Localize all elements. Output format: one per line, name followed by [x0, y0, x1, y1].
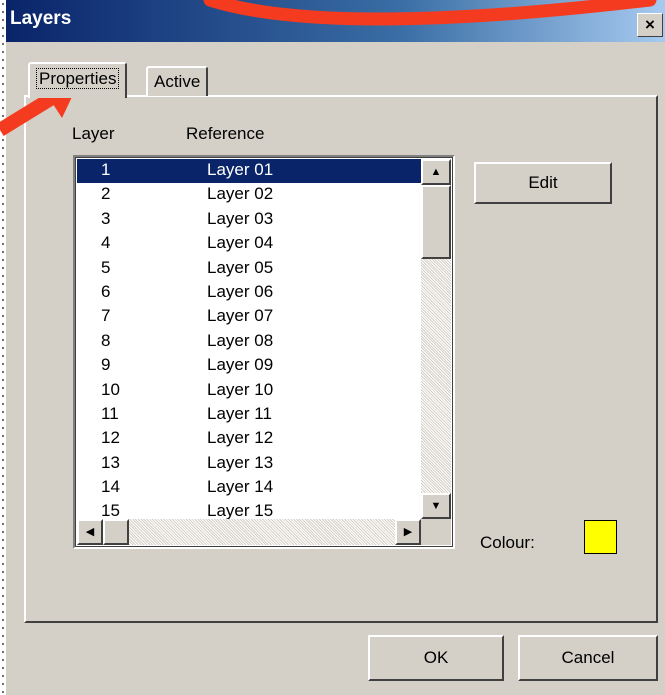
layer-number: 3 [101, 208, 111, 228]
layers-list[interactable]: 1 Layer 01 2 Layer 02 3 Layer 03 4 Layer 04 5 Lay… [73, 155, 455, 549]
layer-number: 8 [101, 330, 111, 350]
arrow-left-icon: ◀ [85, 526, 95, 538]
scroll-left-button[interactable]: ◀ [77, 519, 103, 545]
column-header-reference: Reference [186, 124, 265, 143]
layer-number: 7 [101, 306, 111, 326]
layer-reference: Layer 07 [207, 306, 274, 326]
layer-reference: Layer 14 [207, 477, 274, 497]
list-item[interactable]: 5 Layer 05 [77, 257, 421, 281]
list-item[interactable]: 10 Layer 10 [77, 379, 421, 403]
list-item[interactable]: 12 Layer 12 [77, 427, 421, 451]
list-item[interactable]: 9 Layer 09 [77, 354, 421, 378]
list-item[interactable]: 14 Layer 14 [77, 476, 421, 500]
layer-number: 4 [101, 233, 111, 253]
layer-reference: Layer 05 [207, 257, 274, 277]
horizontal-scrollbar[interactable]: ◀ ▶ [77, 519, 421, 545]
list-item[interactable]: 8 Layer 08 [77, 330, 421, 354]
layer-number: 5 [101, 257, 111, 277]
layer-reference: Layer 06 [207, 281, 274, 301]
layer-number: 1 [101, 160, 111, 179]
layer-reference: Layer 12 [207, 428, 274, 448]
list-item[interactable]: 7 Layer 07 [77, 305, 421, 329]
layer-number: 6 [101, 281, 111, 301]
vertical-scrollbar[interactable]: ▲ ▼ [421, 159, 451, 519]
ok-button[interactable]: OK [368, 635, 504, 681]
layer-number: 9 [101, 355, 111, 375]
scroll-right-button[interactable]: ▶ [395, 519, 421, 545]
title-bar[interactable]: Layers × [6, 0, 665, 42]
close-button[interactable]: × [637, 13, 663, 37]
layer-number: 14 [101, 477, 120, 497]
list-item[interactable]: 2 Layer 02 [77, 183, 421, 207]
layer-number: 2 [101, 184, 111, 204]
arrow-right-icon: ▶ [403, 526, 413, 538]
scroll-down-button[interactable]: ▼ [421, 493, 451, 519]
layer-reference: Layer 04 [207, 233, 274, 253]
list-item[interactable]: 6 Layer 06 [77, 281, 421, 305]
layer-reference: Layer 11 [207, 403, 272, 423]
layer-reference: Layer 08 [207, 330, 274, 350]
tab-properties-label: Properties [36, 68, 120, 89]
layers-rows: 1 Layer 01 2 Layer 02 3 Layer 03 4 Layer 04 5 Lay… [77, 159, 421, 525]
layer-reference: Layer 03 [207, 208, 274, 228]
layer-number: 11 [101, 403, 119, 423]
tab-active-label: Active [154, 72, 201, 91]
window-title: Layers [10, 8, 72, 29]
list-item[interactable]: 11 Layer 11 [77, 403, 421, 427]
list-item[interactable]: 4 Layer 04 [77, 232, 421, 256]
colour-swatch[interactable] [584, 520, 617, 554]
layer-number: 13 [101, 452, 120, 472]
arrow-up-icon: ▲ [430, 166, 442, 178]
tab-properties[interactable]: Properties [28, 62, 128, 98]
layer-reference: Layer 02 [207, 184, 274, 204]
tab-active[interactable]: Active [146, 66, 209, 96]
layer-number: 12 [101, 428, 120, 448]
scroll-up-button[interactable]: ▲ [421, 159, 451, 185]
layer-reference: Layer 13 [207, 452, 274, 472]
colour-label: Colour: [480, 533, 535, 552]
arrow-down-icon: ▼ [430, 500, 442, 512]
list-item[interactable]: 1 Layer 01 [77, 159, 421, 184]
vertical-scroll-thumb[interactable] [421, 185, 451, 259]
list-item[interactable]: 13 Layer 13 [77, 452, 421, 476]
cancel-button[interactable]: Cancel [518, 635, 658, 681]
layer-reference: Layer 01 [207, 160, 274, 179]
scrollbar-corner [421, 519, 451, 545]
column-header-layer: Layer [72, 124, 115, 143]
layer-reference: Layer 09 [207, 355, 274, 375]
horizontal-scroll-thumb[interactable] [103, 519, 129, 545]
layers-dialog: Layers × Properties Active Layer Referen… [6, 0, 665, 695]
layer-number: 10 [101, 379, 120, 399]
edit-button[interactable]: Edit [474, 162, 612, 204]
layer-reference: Layer 10 [207, 379, 274, 399]
list-item[interactable]: 3 Layer 03 [77, 208, 421, 232]
